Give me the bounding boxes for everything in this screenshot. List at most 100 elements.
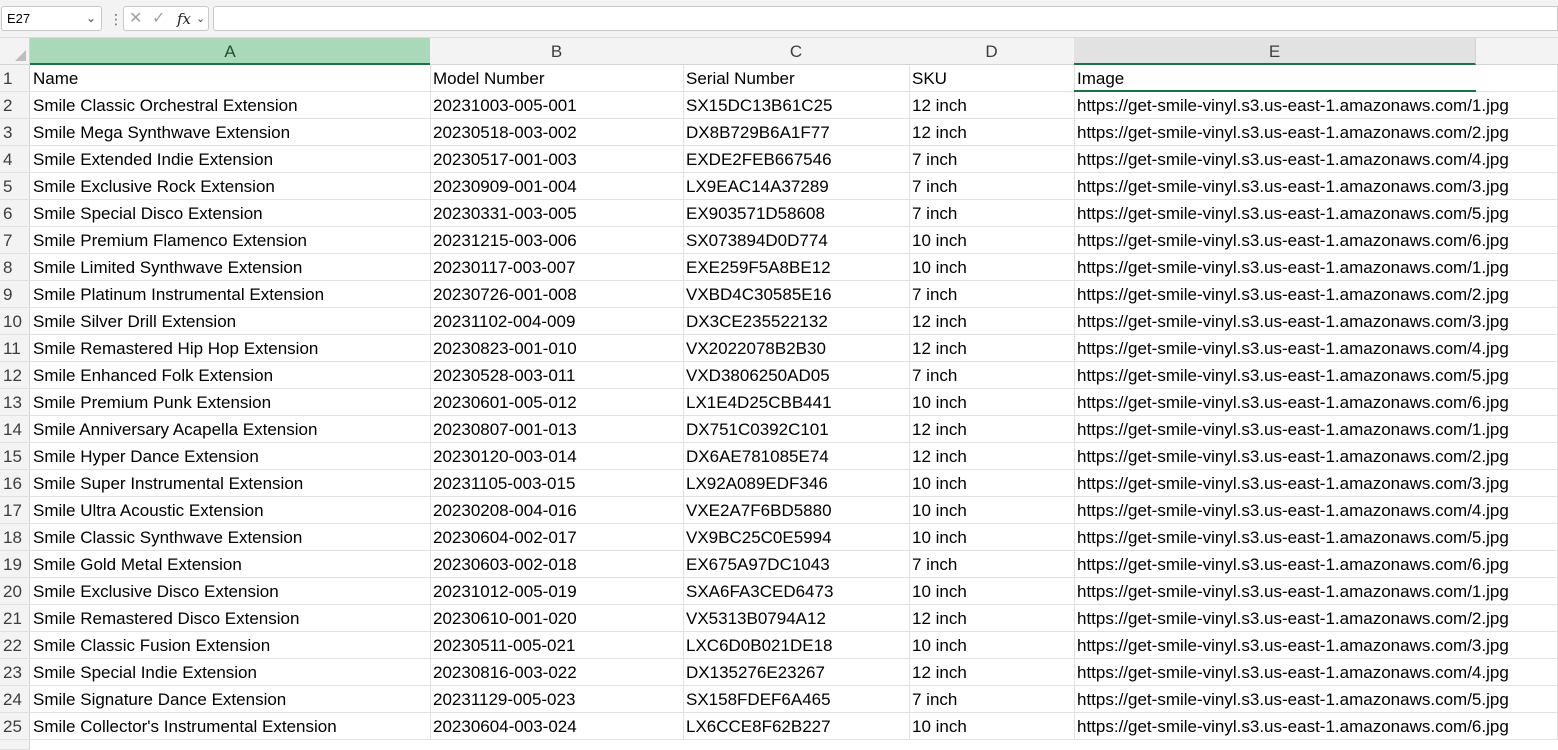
row-header[interactable]: 5 <box>0 173 30 200</box>
table-cell[interactable]: 20230331-003-005 <box>430 200 684 227</box>
table-cell[interactable]: Smile Remastered Disco Extension <box>30 605 431 632</box>
table-cell[interactable]: EX903571D58608 <box>683 200 910 227</box>
table-cell[interactable]: DX6AE781085E74 <box>683 443 910 470</box>
table-cell[interactable]: 7 inch <box>909 146 1075 173</box>
column-header-a[interactable]: A <box>30 38 431 65</box>
table-cell[interactable]: SXA6FA3CED6473 <box>683 578 910 605</box>
table-cell[interactable]: 10 inch <box>909 227 1075 254</box>
table-cell[interactable]: https://get-smile-vinyl.s3.us-east-1.ama… <box>1074 686 1558 713</box>
table-cell[interactable]: DX8B729B6A1F77 <box>683 119 910 146</box>
chevron-down-icon[interactable]: ⌄ <box>196 9 205 29</box>
table-cell[interactable]: https://get-smile-vinyl.s3.us-east-1.ama… <box>1074 173 1558 200</box>
table-cell[interactable]: EXE259F5A8BE12 <box>683 254 910 281</box>
column-header-e[interactable]: E <box>1074 38 1476 65</box>
table-cell[interactable]: 7 inch <box>909 200 1075 227</box>
row-header[interactable]: 9 <box>0 281 30 308</box>
table-cell[interactable]: Smile Exclusive Disco Extension <box>30 578 431 605</box>
table-cell[interactable]: Smile Super Instrumental Extension <box>30 470 431 497</box>
table-cell[interactable]: 20230603-002-018 <box>430 551 684 578</box>
row-header[interactable]: 16 <box>0 470 30 497</box>
table-cell[interactable]: https://get-smile-vinyl.s3.us-east-1.ama… <box>1074 200 1558 227</box>
table-cell[interactable]: https://get-smile-vinyl.s3.us-east-1.ama… <box>1074 470 1558 497</box>
table-cell[interactable]: VX9BC25C0E5994 <box>683 524 910 551</box>
table-cell[interactable]: Smile Ultra Acoustic Extension <box>30 497 431 524</box>
table-cell[interactable]: https://get-smile-vinyl.s3.us-east-1.ama… <box>1074 713 1558 740</box>
row-header[interactable]: 17 <box>0 497 30 524</box>
table-cell[interactable]: https://get-smile-vinyl.s3.us-east-1.ama… <box>1074 227 1558 254</box>
table-cell[interactable]: https://get-smile-vinyl.s3.us-east-1.ama… <box>1074 632 1558 659</box>
table-cell[interactable]: https://get-smile-vinyl.s3.us-east-1.ama… <box>1074 416 1558 443</box>
table-cell[interactable]: EX675A97DC1043 <box>683 551 910 578</box>
table-cell[interactable]: VXBD4C30585E16 <box>683 281 910 308</box>
table-cell[interactable]: 20230807-001-013 <box>430 416 684 443</box>
table-cell[interactable]: Smile Anniversary Acapella Extension <box>30 416 431 443</box>
table-cell[interactable]: 20230604-002-017 <box>430 524 684 551</box>
table-cell[interactable]: LX1E4D25CBB441 <box>683 389 910 416</box>
table-cell[interactable]: 10 inch <box>909 632 1075 659</box>
row-header[interactable]: 7 <box>0 227 30 254</box>
table-cell[interactable]: 12 inch <box>909 443 1075 470</box>
table-cell[interactable]: 20230517-001-003 <box>430 146 684 173</box>
table-cell[interactable]: 10 inch <box>909 713 1075 740</box>
table-cell[interactable]: Smile Classic Fusion Extension <box>30 632 431 659</box>
table-cell[interactable]: https://get-smile-vinyl.s3.us-east-1.ama… <box>1074 308 1558 335</box>
table-cell[interactable]: Smile Hyper Dance Extension <box>30 443 431 470</box>
cancel-icon[interactable]: ✕ <box>129 9 142 29</box>
table-cell[interactable]: 20230518-003-002 <box>430 119 684 146</box>
row-header[interactable]: 23 <box>0 659 30 686</box>
table-cell[interactable]: 20230823-001-010 <box>430 335 684 362</box>
table-cell[interactable]: SX073894D0D774 <box>683 227 910 254</box>
insert-function-icon[interactable]: fx <box>177 9 191 29</box>
table-cell[interactable]: 10 inch <box>909 524 1075 551</box>
table-cell[interactable]: 20231215-003-006 <box>430 227 684 254</box>
table-cell[interactable]: VXD3806250AD05 <box>683 362 910 389</box>
header-cell[interactable]: Image <box>1074 65 1558 92</box>
row-header[interactable] <box>0 740 30 750</box>
table-cell[interactable]: Smile Premium Punk Extension <box>30 389 431 416</box>
table-cell[interactable]: https://get-smile-vinyl.s3.us-east-1.ama… <box>1074 254 1558 281</box>
header-cell[interactable]: Name <box>30 65 431 92</box>
table-cell[interactable]: 20230208-004-016 <box>430 497 684 524</box>
table-cell[interactable]: 12 inch <box>909 416 1075 443</box>
header-cell[interactable]: SKU <box>909 65 1075 92</box>
table-cell[interactable]: 12 inch <box>909 92 1075 119</box>
column-header-c[interactable]: C <box>683 38 910 65</box>
table-cell[interactable]: 10 inch <box>909 470 1075 497</box>
table-cell[interactable]: https://get-smile-vinyl.s3.us-east-1.ama… <box>1074 92 1558 119</box>
table-cell[interactable]: 20231102-004-009 <box>430 308 684 335</box>
table-cell[interactable]: 20230120-003-014 <box>430 443 684 470</box>
table-cell[interactable]: https://get-smile-vinyl.s3.us-east-1.ama… <box>1074 335 1558 362</box>
table-cell[interactable]: Smile Mega Synthwave Extension <box>30 119 431 146</box>
header-cell[interactable]: Serial Number <box>683 65 910 92</box>
table-cell[interactable]: 12 inch <box>909 605 1075 632</box>
table-cell[interactable]: 20231012-005-019 <box>430 578 684 605</box>
table-cell[interactable]: Smile Collector's Instrumental Extension <box>30 713 431 740</box>
table-cell[interactable]: VX2022078B2B30 <box>683 335 910 362</box>
table-cell[interactable]: https://get-smile-vinyl.s3.us-east-1.ama… <box>1074 524 1558 551</box>
table-cell[interactable]: 7 inch <box>909 551 1075 578</box>
table-cell[interactable]: 12 inch <box>909 335 1075 362</box>
table-cell[interactable]: 20230528-003-011 <box>430 362 684 389</box>
table-cell[interactable]: 7 inch <box>909 686 1075 713</box>
more-options-icon[interactable]: ⋮ <box>109 10 123 28</box>
table-cell[interactable]: VX5313B0794A12 <box>683 605 910 632</box>
column-header-blank[interactable] <box>1476 38 1558 65</box>
table-cell[interactable]: Smile Special Disco Extension <box>30 200 431 227</box>
table-cell[interactable]: LX92A089EDF346 <box>683 470 910 497</box>
name-box[interactable]: E27 ⌄ <box>1 6 102 31</box>
table-cell[interactable]: Smile Premium Flamenco Extension <box>30 227 431 254</box>
table-cell[interactable]: 20230909-001-004 <box>430 173 684 200</box>
row-header[interactable]: 4 <box>0 146 30 173</box>
row-header[interactable]: 2 <box>0 92 30 119</box>
table-cell[interactable]: Smile Remastered Hip Hop Extension <box>30 335 431 362</box>
table-cell[interactable]: 12 inch <box>909 659 1075 686</box>
table-cell[interactable]: DX751C0392C101 <box>683 416 910 443</box>
table-cell[interactable]: 10 inch <box>909 254 1075 281</box>
row-header[interactable]: 18 <box>0 524 30 551</box>
table-cell[interactable]: 20231129-005-023 <box>430 686 684 713</box>
table-cell[interactable]: 20230610-001-020 <box>430 605 684 632</box>
table-cell[interactable]: 20230726-001-008 <box>430 281 684 308</box>
table-cell[interactable]: https://get-smile-vinyl.s3.us-east-1.ama… <box>1074 362 1558 389</box>
table-cell[interactable]: VXE2A7F6BD5880 <box>683 497 910 524</box>
row-header[interactable]: 14 <box>0 416 30 443</box>
